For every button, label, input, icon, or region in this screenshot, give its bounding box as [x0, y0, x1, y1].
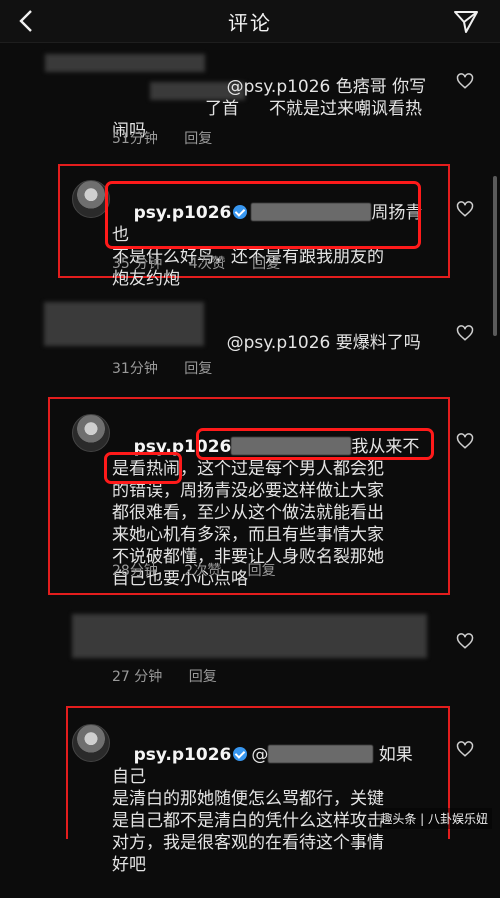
reply-button[interactable]: 回复	[184, 361, 212, 377]
comment-meta: 51分钟 回复	[112, 128, 234, 148]
heart-icon[interactable]	[456, 632, 474, 650]
redacted-avatar	[44, 302, 204, 346]
comment-time: 28分钟	[112, 563, 158, 579]
comment-meta: 27 分钟 回复	[112, 666, 239, 686]
verified-badge-icon	[233, 747, 248, 761]
comment-time: 51分钟	[112, 131, 158, 147]
watermark: 趣头条 | 八卦娱乐妞	[376, 808, 492, 829]
username[interactable]: psy.p1026	[134, 203, 232, 223]
redacted-mention	[231, 437, 352, 455]
reply-button[interactable]: 回复	[248, 563, 276, 579]
redacted-content	[72, 614, 427, 658]
comment-meta: 35 分钟 4次赞 回复	[112, 253, 302, 273]
heart-icon[interactable]	[456, 200, 474, 218]
reply-button[interactable]: 回复	[252, 256, 280, 272]
redacted-mention	[268, 745, 374, 763]
redacted-mention	[251, 203, 372, 221]
avatar[interactable]	[72, 414, 110, 452]
page-title: 评论	[228, 11, 272, 35]
reply-button[interactable]: 回复	[184, 131, 212, 147]
top-bar: 评论	[0, 0, 500, 43]
heart-icon[interactable]	[456, 72, 474, 90]
comment-time: 35 分钟	[112, 256, 163, 272]
avatar[interactable]	[72, 724, 110, 762]
comment-time: 31分钟	[112, 361, 158, 377]
comment-text: psy.p1026 我从来不 是看热闹，这个过是每个男人都会犯 的错误，周扬青没必…	[112, 437, 420, 589]
verified-badge-icon	[233, 205, 248, 219]
likes-count[interactable]: 2次赞	[184, 563, 221, 579]
redacted-avatar	[45, 54, 205, 72]
avatar[interactable]	[72, 180, 110, 218]
heart-icon[interactable]	[456, 740, 474, 758]
likes-count[interactable]: 4次赞	[189, 256, 226, 272]
comment-time: 27 分钟	[112, 669, 163, 685]
send-icon[interactable]	[452, 8, 480, 36]
comment-meta: 31分钟 回复	[112, 358, 234, 378]
comment-meta: 28分钟 2次赞 回复	[112, 560, 298, 580]
reply-button[interactable]: 回复	[189, 669, 217, 685]
comment-text: @psy.p1026 要爆料了吗	[226, 333, 421, 353]
comment-text: psy.p1026 周扬青也 不是什么好鸟，还不是有跟我朋友的 炮友约炮	[112, 203, 423, 289]
heart-icon[interactable]	[456, 432, 474, 450]
heart-icon[interactable]	[456, 324, 474, 342]
username[interactable]: psy.p1026	[134, 745, 232, 765]
comment-text-cont: 不就是过来嘲讽看热 闹吗	[112, 99, 423, 141]
username[interactable]: psy.p1026	[134, 437, 232, 457]
scrollbar[interactable]	[493, 176, 497, 336]
